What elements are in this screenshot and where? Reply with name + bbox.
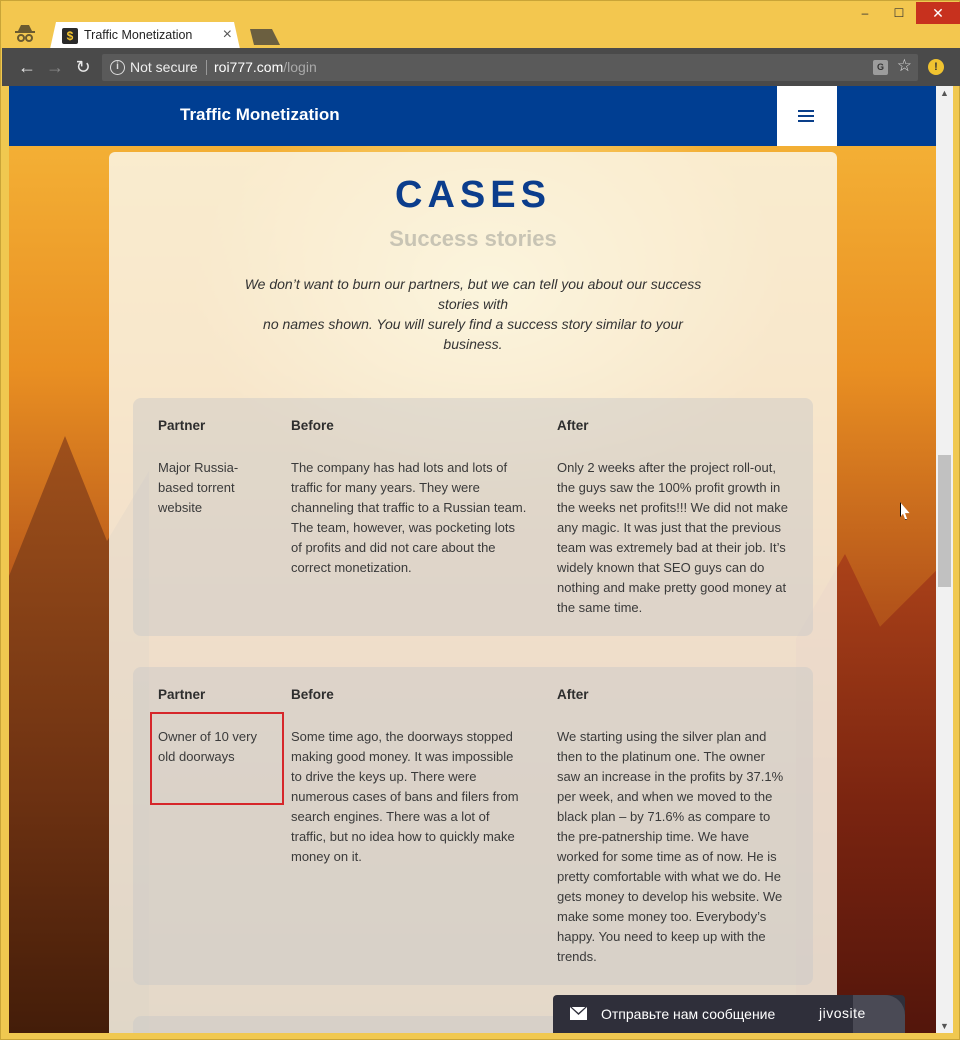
new-tab-button[interactable] bbox=[246, 29, 280, 45]
after-header: After bbox=[557, 687, 589, 702]
after-header: After bbox=[557, 418, 589, 433]
browser-tab[interactable]: $ Traffic Monetization × bbox=[50, 22, 240, 49]
close-icon[interactable]: × bbox=[223, 26, 232, 44]
menu-button[interactable] bbox=[777, 86, 837, 146]
maximize-button[interactable]: ☐ bbox=[884, 2, 914, 24]
url-host: roi777.com bbox=[214, 59, 284, 75]
partner-header: Partner bbox=[158, 687, 206, 702]
page-viewport: Traffic Monetization CASES Success stori… bbox=[9, 86, 936, 1033]
scrollbar[interactable]: ▲ ▼ bbox=[936, 86, 953, 1033]
jivosite-logo: jivosite bbox=[819, 1005, 866, 1021]
url-text[interactable]: roi777.com/login bbox=[214, 59, 317, 75]
page-title: CASES bbox=[395, 174, 551, 216]
before-header: Before bbox=[291, 418, 334, 433]
case-before: Some time ago, the doorways stopped maki… bbox=[291, 729, 519, 864]
chat-message-label: Отправьте нам сообщение bbox=[601, 1006, 776, 1022]
cases-panel: CASES Success stories We don’t want to b… bbox=[109, 152, 837, 1033]
case-partner: Major Russia-based torrent website bbox=[158, 460, 239, 515]
info-icon[interactable]: i bbox=[110, 60, 125, 75]
extension-alert-icon[interactable]: ! bbox=[928, 59, 944, 75]
case-partner: Owner of 10 very old doorways bbox=[158, 729, 257, 764]
case-after: We starting using the silver plan and th… bbox=[557, 729, 784, 964]
intro-text: We don’t want to burn our partners, but … bbox=[239, 274, 707, 354]
address-bar[interactable]: i Not secure roi777.com/login G ☆ bbox=[102, 54, 918, 81]
window-close-button[interactable]: ✕ bbox=[916, 2, 960, 24]
back-arrow-icon[interactable]: ← bbox=[16, 56, 38, 78]
before-header: Before bbox=[291, 687, 334, 702]
hamburger-icon bbox=[798, 110, 814, 122]
scrollbar-thumb[interactable] bbox=[938, 455, 951, 587]
forward-arrow-icon[interactable]: → bbox=[44, 56, 66, 78]
star-icon[interactable]: ☆ bbox=[897, 56, 912, 76]
case-card: Partner Before After Owner of 10 very ol… bbox=[133, 667, 813, 985]
scroll-up-icon[interactable]: ▲ bbox=[940, 88, 949, 98]
omnibox-divider bbox=[206, 60, 207, 75]
browser-window: $ Traffic Monetization × – ☐ ✕ ← → ↻ i N… bbox=[0, 0, 960, 1040]
site-brand[interactable]: Traffic Monetization bbox=[180, 105, 340, 125]
intro-line-1: We don’t want to burn our partners, but … bbox=[244, 276, 702, 312]
page-subtitle: Success stories bbox=[389, 226, 557, 251]
mouse-cursor-icon bbox=[900, 502, 910, 520]
url-path: /login bbox=[283, 59, 317, 75]
chat-widget[interactable]: Отправьте нам сообщение jivosite bbox=[553, 995, 905, 1033]
partner-header: Partner bbox=[158, 418, 206, 433]
minimize-button[interactable]: – bbox=[850, 2, 880, 24]
site-navbar: Traffic Monetization bbox=[9, 86, 936, 146]
translate-icon[interactable]: G bbox=[873, 60, 888, 75]
intro-line-2: no names shown. You will surely find a s… bbox=[263, 316, 683, 352]
dollar-icon: $ bbox=[62, 28, 78, 44]
case-after: Only 2 weeks after the project roll-out,… bbox=[557, 460, 788, 615]
security-label: Not secure bbox=[130, 59, 198, 75]
tab-title: Traffic Monetization bbox=[84, 28, 193, 42]
browser-toolbar: ← → ↻ i Not secure roi777.com/login G ☆ … bbox=[2, 48, 960, 86]
case-before: The company has had lots and lots of tra… bbox=[291, 460, 527, 575]
incognito-icon bbox=[15, 25, 35, 42]
tab-strip: $ Traffic Monetization × – ☐ ✕ bbox=[2, 2, 960, 48]
envelope-icon bbox=[570, 1007, 587, 1020]
case-card: Partner Before After Major Russia-based … bbox=[133, 398, 813, 636]
scroll-down-icon[interactable]: ▼ bbox=[940, 1021, 949, 1031]
reload-icon[interactable]: ↻ bbox=[72, 56, 94, 78]
